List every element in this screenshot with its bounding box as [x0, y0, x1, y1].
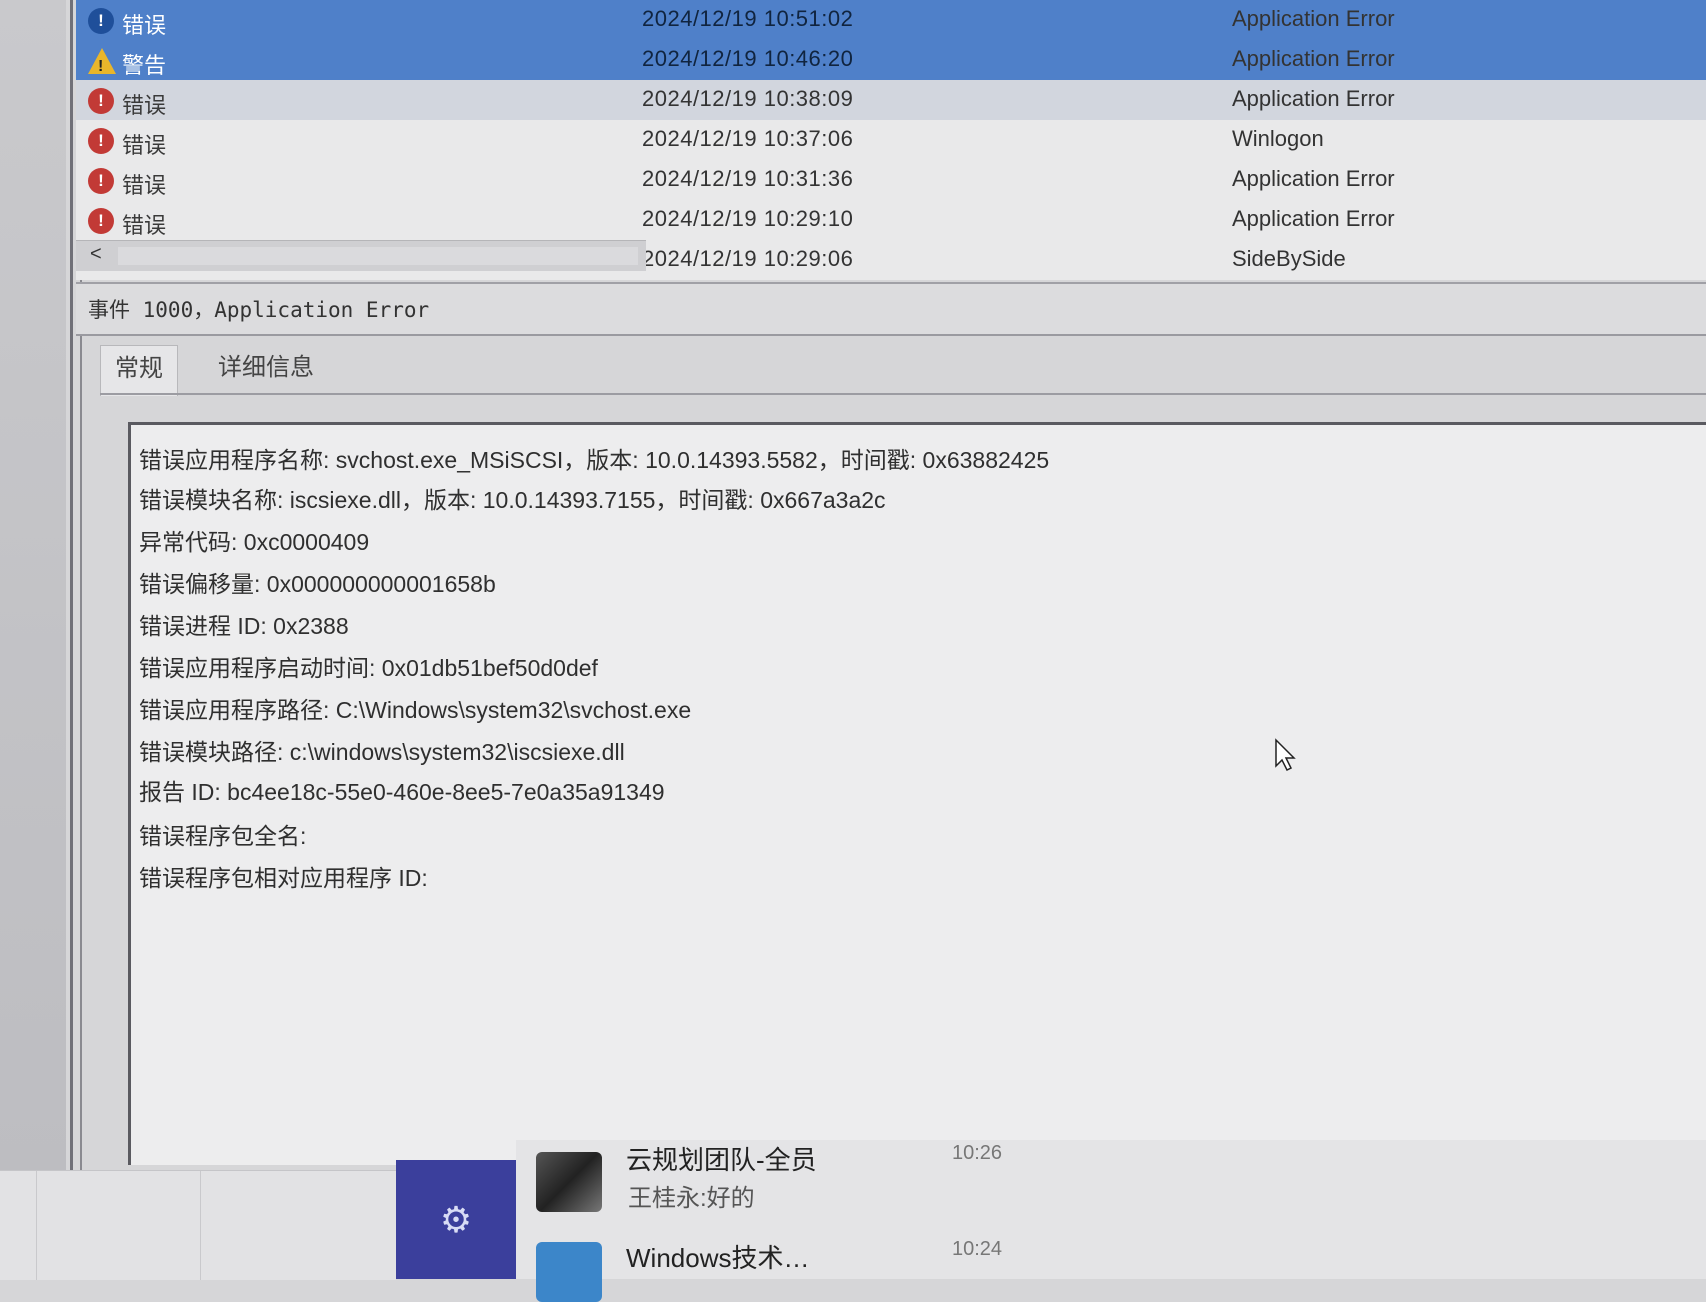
- event-level: 错误: [122, 13, 167, 38]
- detail-line: 错误应用程序启动时间: 0x01db51bef50d0def: [139, 655, 598, 681]
- tab-general[interactable]: 常规: [100, 345, 178, 396]
- event-row[interactable]: ! 错误 2024/12/19 10:38:09 Application Err…: [76, 80, 1706, 120]
- detail-line: 异常代码: 0xc0000409: [139, 529, 370, 555]
- notification-time: 10:26: [952, 1142, 1003, 1164]
- event-level: 警告: [122, 53, 167, 78]
- detail-tabs: 常规 详细信息: [100, 345, 700, 396]
- event-row[interactable]: ! 错误 2024/12/19 10:31:36 Application Err…: [76, 160, 1706, 200]
- notification-name: 云规划团队-全员: [626, 1145, 817, 1175]
- detail-line: 错误进程 ID: 0x2388: [139, 613, 349, 639]
- error-icon: !: [88, 8, 114, 34]
- event-source: Application Error: [1232, 46, 1395, 71]
- detail-line: 错误模块名称: iscsiexe.dll，版本: 10.0.14393.7155…: [139, 487, 886, 513]
- event-date: 2024/12/19 10:37:06: [642, 126, 854, 151]
- settings-button[interactable]: ⚙: [396, 1160, 516, 1279]
- event-header: 事件 1000，Application Error: [76, 282, 1706, 336]
- event-source: SideBySide: [1232, 246, 1346, 271]
- event-source: Application Error: [1232, 6, 1395, 31]
- detail-line: 报告 ID: bc4ee18c-55e0-460e-8ee5-7e0a35a91…: [139, 779, 665, 805]
- event-row[interactable]: ! 警告 2024/12/19 10:46:20 Application Err…: [76, 40, 1706, 80]
- event-date: 2024/12/19 10:51:02: [642, 6, 854, 31]
- detail-line: 错误应用程序名称: svchost.exe_MSiSCSI，版本: 10.0.1…: [139, 447, 1050, 473]
- event-level: 错误: [122, 93, 167, 118]
- grid-line: [36, 1171, 37, 1280]
- notification-item[interactable]: 云规划团队-全员 王桂永:好的 10:26: [516, 1140, 1016, 1212]
- notification-list: 云规划团队-全员 王桂永:好的 10:26 Windows技术… 10:24: [516, 1140, 1706, 1302]
- detail-line: 错误偏移量: 0x000000000001658b: [139, 571, 496, 597]
- mouse-pointer-icon: [1275, 738, 1296, 772]
- tab-details[interactable]: 详细信息: [204, 345, 328, 395]
- event-date: 2024/12/19 10:31:36: [642, 166, 854, 191]
- tab-divider: [100, 393, 1706, 395]
- notification-message: 王桂永:好的: [628, 1185, 755, 1212]
- event-level: 错误: [122, 173, 167, 198]
- error-icon: !: [88, 88, 114, 114]
- event-source: Winlogon: [1232, 126, 1324, 151]
- event-date: 2024/12/19 10:38:09: [642, 86, 854, 111]
- event-source: Application Error: [1232, 166, 1395, 191]
- error-icon: !: [88, 208, 114, 234]
- scroll-left-icon[interactable]: <: [90, 243, 102, 266]
- event-row[interactable]: ! 错误 2024/12/19 10:29:10 Application Err…: [76, 200, 1706, 240]
- event-title: 事件 1000，Application Error: [88, 298, 430, 322]
- detail-line: 错误程序包全名:: [139, 823, 307, 849]
- error-icon: !: [88, 128, 114, 154]
- notification-time: 10:24: [952, 1238, 1003, 1260]
- group-avatar: [536, 1152, 602, 1212]
- event-level: 错误: [122, 133, 167, 158]
- event-row[interactable]: ! 错误 2024/12/19 10:37:06 Winlogon: [76, 120, 1706, 160]
- warning-icon: !: [88, 48, 116, 75]
- notification-name: Windows技术…: [626, 1243, 810, 1273]
- gear-icon: ⚙: [439, 1199, 473, 1240]
- detail-line: 错误程序包相对应用程序 ID:: [139, 865, 428, 891]
- event-date: 2024/12/19 10:46:20: [642, 46, 854, 71]
- event-source: Application Error: [1232, 206, 1395, 231]
- event-date: 2024/12/19 10:29:06: [642, 246, 854, 271]
- notification-item[interactable]: Windows技术… 10:24: [516, 1210, 1016, 1302]
- horizontal-scrollbar[interactable]: <: [76, 240, 646, 271]
- detail-line: 错误模块路径: c:\windows\system32\iscsiexe.dll: [139, 739, 625, 765]
- error-icon: !: [88, 168, 114, 194]
- event-source: Application Error: [1232, 86, 1395, 111]
- event-description-panel[interactable]: 错误应用程序名称: svchost.exe_MSiSCSI，版本: 10.0.1…: [128, 422, 1706, 1165]
- spreadsheet-area: [0, 1170, 396, 1280]
- windows-avatar: [536, 1242, 602, 1302]
- left-navigation-strip: [0, 0, 66, 1170]
- event-row[interactable]: ! 错误 2024/12/19 10:51:02 Application Err…: [76, 0, 1706, 40]
- event-list: ! 错误 2024/12/19 10:51:02 Application Err…: [76, 0, 1706, 280]
- pane-frame-outer: [70, 0, 73, 1170]
- scrollbar-track[interactable]: [118, 247, 638, 265]
- grid-line: [200, 1171, 201, 1280]
- detail-line: 错误应用程序路径: C:\Windows\system32\svchost.ex…: [139, 697, 692, 723]
- event-level: 错误: [122, 213, 167, 238]
- event-date: 2024/12/19 10:29:10: [642, 206, 854, 231]
